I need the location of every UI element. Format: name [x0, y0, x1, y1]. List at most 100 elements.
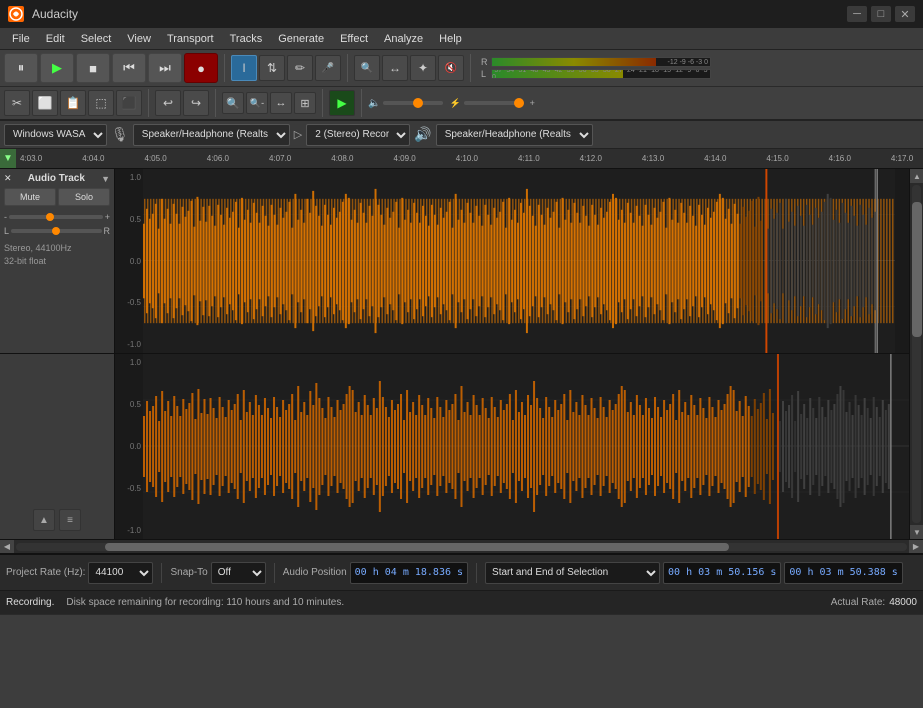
track-up-button[interactable]: ▲	[33, 509, 55, 531]
selection-type-select[interactable]: Start and End of Selection	[485, 562, 660, 584]
vscroll-track[interactable]	[912, 185, 921, 523]
menu-tracks[interactable]: Tracks	[222, 31, 271, 47]
redo-button[interactable]: ↪	[183, 90, 209, 116]
mark-9: 4:12.0	[580, 154, 602, 163]
host-select[interactable]: Windows WASА	[4, 124, 107, 146]
bottom-waveform-area[interactable]: 1.0 0.5 0.0 -0.5 -1.0	[115, 354, 909, 539]
menu-edit[interactable]: Edit	[38, 31, 73, 47]
menu-generate[interactable]: Generate	[270, 31, 332, 47]
trim-tool[interactable]: ⬚	[88, 90, 114, 116]
pan-slider[interactable]	[11, 229, 101, 233]
track-header: ✕ Audio Track ▼	[4, 173, 110, 184]
undo-button[interactable]: ↩	[155, 90, 181, 116]
selection-tool[interactable]: I	[231, 55, 257, 81]
input-device-select[interactable]: Speaker/Headphone (Realts	[436, 124, 593, 146]
hscroll-track[interactable]	[16, 543, 907, 551]
statusbar-bottom: Recording. Disk space remaining for reco…	[0, 590, 923, 614]
y-label-b-1-0: 1.0	[117, 358, 141, 367]
sel-end-display[interactable]: 00 h 03 m 50.388 s	[784, 562, 902, 584]
track-collapse-btn[interactable]: ▼	[101, 174, 110, 184]
vertical-scrollbar[interactable]: ▲ ▼	[909, 169, 923, 539]
menu-effect[interactable]: Effect	[332, 31, 376, 47]
track-close-btn[interactable]: ✕	[4, 173, 12, 184]
recording-status: Recording.	[6, 597, 54, 608]
track-menu-button[interactable]: ≡	[59, 509, 81, 531]
channel-select[interactable]: 2 (Stereo) Recor	[306, 124, 410, 146]
mark-5: 4:08.0	[331, 154, 353, 163]
window-title: Audacity	[32, 7, 839, 21]
top-waveform-area[interactable]: 1.0 0.5 0.0 -0.5 -1.0	[115, 169, 909, 353]
silence-tool[interactable]: 🔇	[438, 55, 464, 81]
toolbars: ⏸ ▶ ■ ⏮ ⏭ ● I ⇅ ✏ 🎤 🔍 ↔ ✦ 🔇 R	[0, 50, 923, 121]
sep3	[470, 54, 471, 82]
mark-8: 4:11.0	[518, 154, 540, 163]
pan-thumb	[52, 227, 60, 235]
prev-button[interactable]: ⏮	[112, 53, 146, 83]
gain-max-label: +	[105, 212, 110, 222]
minimize-button[interactable]: ─	[847, 6, 867, 22]
sel-start-display[interactable]: 00 h 03 m 50.156 s	[663, 562, 781, 584]
project-rate-select[interactable]: 44100	[88, 562, 153, 584]
timeline-marks-container[interactable]: 4:03.0 4:04.0 4:05.0 4:06.0 4:07.0 4:08.…	[16, 149, 923, 169]
maximize-button[interactable]: □	[871, 6, 891, 22]
track-info-text: Stereo, 44100Hz32-bit float	[4, 242, 110, 267]
selection-overlay	[143, 169, 895, 353]
snap-to-select[interactable]: Off	[211, 562, 266, 584]
timeline-arrow[interactable]: ▼	[0, 149, 16, 169]
envelope-tool[interactable]: ⇅	[259, 55, 285, 81]
device-toolbar: Windows WASА 🎙 Speaker/Headphone (Realts…	[0, 121, 923, 149]
record-button[interactable]: ●	[184, 53, 218, 83]
vscroll-down[interactable]: ▼	[910, 525, 923, 539]
sep4	[148, 89, 149, 117]
sep2	[347, 54, 348, 82]
mic-tool[interactable]: 🎤	[315, 55, 341, 81]
copy-tool[interactable]: ⬜	[32, 90, 58, 116]
pause-button[interactable]: ⏸	[4, 53, 38, 83]
audio-position-display[interactable]: 00 h 04 m 18.836 s	[350, 562, 468, 584]
vscroll-up[interactable]: ▲	[910, 169, 923, 183]
next-button[interactable]: ⏭	[148, 53, 182, 83]
menu-transport[interactable]: Transport	[159, 31, 222, 47]
stop-button[interactable]: ■	[76, 53, 110, 83]
zoom-in-tool[interactable]: 🔍	[354, 55, 380, 81]
track-bottom-controls: ▲ ≡	[33, 509, 81, 531]
play-button[interactable]: ▶	[40, 53, 74, 83]
sep-pos	[476, 563, 477, 583]
output-volume-slider[interactable]	[383, 101, 443, 105]
fit-proj-button[interactable]: ⊞	[294, 92, 316, 114]
tools-row: ✂ ⬜ 📋 ⬚ ⬛ ↩ ↪ 🔍 🔍- ↔ ⊞ ▶ 🔈	[0, 87, 923, 120]
vscroll-thumb	[912, 202, 922, 337]
actual-rate-value: 48000	[889, 597, 917, 608]
speaker-icon[interactable]: 🔊	[414, 126, 431, 143]
menu-view[interactable]: View	[119, 31, 159, 47]
multi-tool[interactable]: ↔	[382, 55, 408, 81]
silence-btn[interactable]: ⬛	[116, 90, 142, 116]
menu-select[interactable]: Select	[73, 31, 120, 47]
close-button[interactable]: ✕	[895, 6, 915, 22]
mic-icon[interactable]: 🎙	[111, 126, 129, 143]
output-device-select[interactable]: Speaker/Headphone (Realts	[133, 124, 290, 146]
menu-help[interactable]: Help	[431, 31, 470, 47]
mute-button[interactable]: Mute	[4, 188, 56, 206]
play-green-button[interactable]: ▶	[329, 90, 355, 116]
tracks-content: ✕ Audio Track ▼ Mute Solo -	[0, 169, 909, 539]
y-label-1-0: 1.0	[117, 173, 141, 182]
horizontal-scrollbar[interactable]: ◀ ▶	[0, 539, 923, 553]
fit-sel-button[interactable]: ↔	[270, 92, 292, 114]
solo-button[interactable]: Solo	[58, 188, 110, 206]
cut-tool[interactable]: ✂	[4, 90, 30, 116]
menu-file[interactable]: File	[4, 31, 38, 47]
playback-speed-slider[interactable]	[464, 101, 524, 105]
menu-analyze[interactable]: Analyze	[376, 31, 431, 47]
zoom-in-button[interactable]: 🔍	[222, 92, 244, 114]
paste-tool[interactable]: 📋	[60, 90, 86, 116]
gain-slider[interactable]	[9, 215, 103, 219]
y-label-n0-5: -0.5	[117, 298, 141, 307]
star-tool[interactable]: ✦	[410, 55, 436, 81]
hscroll-left[interactable]: ◀	[0, 540, 14, 554]
draw-tool[interactable]: ✏	[287, 55, 313, 81]
track-bottom: ▲ ≡ 1.0 0.5 0.0 -0.5	[0, 354, 909, 539]
pan-l-label: L	[4, 226, 9, 236]
hscroll-right[interactable]: ▶	[909, 540, 923, 554]
zoom-out-button[interactable]: 🔍-	[246, 92, 268, 114]
